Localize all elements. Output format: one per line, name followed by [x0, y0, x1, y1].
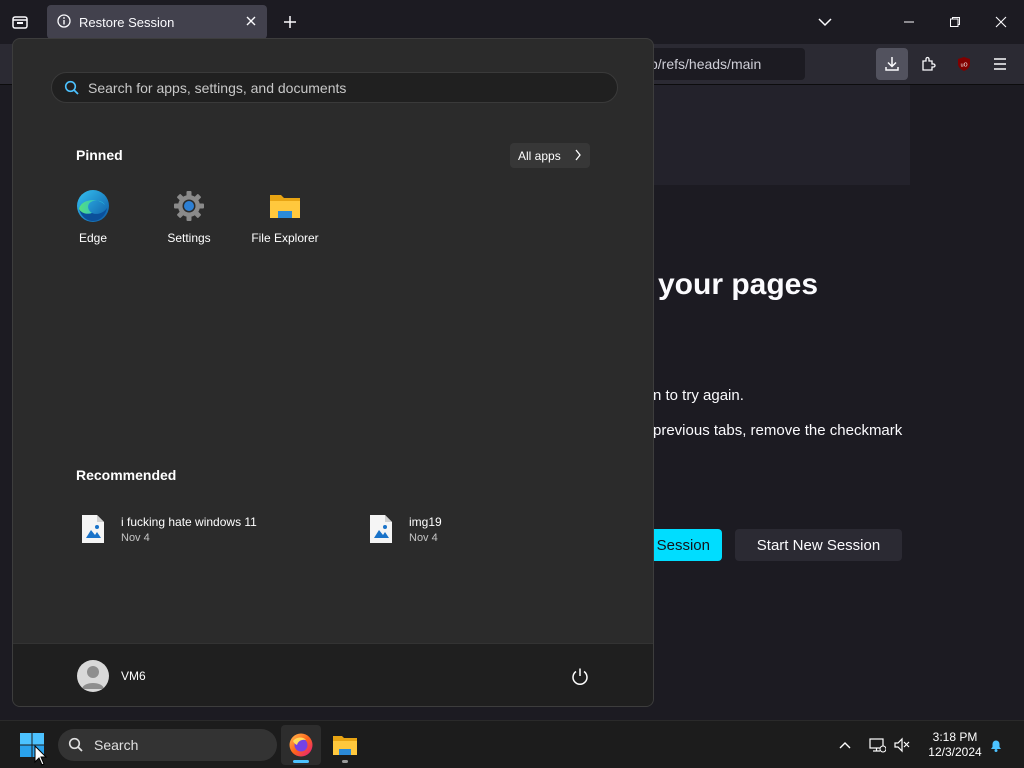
page-faded-panel [640, 85, 910, 185]
chevron-right-icon [574, 149, 582, 164]
download-icon[interactable] [876, 48, 908, 80]
all-apps-button[interactable]: All apps [510, 143, 590, 168]
taskbar-firefox[interactable] [281, 725, 321, 765]
page-text-line: previous tabs, remove the checkmark [653, 422, 903, 439]
clock-date: 12/3/2024 [928, 745, 982, 759]
firefox-view-icon[interactable] [8, 10, 32, 34]
edge-icon [76, 189, 110, 223]
user-name[interactable]: VM6 [121, 669, 146, 683]
recommended-item[interactable]: i fucking hate windows 11 Nov 4 [81, 509, 257, 549]
restore-window-icon[interactable] [944, 11, 966, 33]
notification-bell-icon[interactable] [986, 735, 1006, 755]
image-file-icon [369, 514, 393, 544]
show-hidden-icons-chevron-up-icon[interactable] [835, 735, 855, 755]
menu-icon[interactable] [984, 48, 1016, 80]
recommended-name: i fucking hate windows 11 [121, 514, 257, 529]
page-text-line: n to try again. [653, 387, 744, 404]
tab-restore-session[interactable]: Restore Session [47, 5, 267, 39]
minimize-icon[interactable] [898, 11, 920, 33]
folder-icon [268, 189, 302, 223]
image-file-icon [81, 514, 105, 544]
ublock-icon[interactable]: uO [948, 48, 980, 80]
recommended-date: Nov 4 [121, 531, 150, 544]
start-new-session-label: Start New Session [756, 536, 881, 554]
file-explorer-icon [333, 736, 357, 755]
start-new-session-button[interactable]: Start New Session [735, 529, 902, 561]
app-label: File Explorer [251, 231, 319, 245]
list-all-tabs-icon[interactable] [814, 11, 836, 33]
search-icon [64, 80, 80, 99]
taskbar-file-explorer[interactable] [325, 725, 365, 765]
active-indicator [293, 760, 309, 763]
recommended-name: img19 [409, 514, 442, 529]
info-icon [57, 13, 71, 31]
all-apps-label: All apps [518, 148, 561, 163]
volume-muted-icon[interactable] [892, 735, 912, 755]
pinned-app-file-explorer[interactable]: File Explorer [242, 189, 328, 249]
tab-title: Restore Session [79, 14, 175, 30]
recommended-date: Nov 4 [409, 531, 438, 544]
svg-text:uO: uO [960, 63, 967, 69]
user-avatar-icon[interactable] [77, 660, 109, 692]
mouse-cursor-icon [34, 744, 48, 767]
clock-time: 3:18 PM [932, 730, 978, 744]
close-tab-icon[interactable] [245, 15, 257, 30]
start-menu: Search for apps, settings, and documents… [12, 38, 654, 707]
search-placeholder: Search for apps, settings, and documents [88, 79, 347, 96]
taskbar-search-box[interactable]: Search [58, 729, 277, 761]
restore-session-label: Session [656, 536, 710, 554]
url-text: p/refs/heads/main [650, 56, 762, 72]
taskbar: Search 3:18 PM 12/3/2024 [0, 720, 1024, 768]
pinned-app-settings[interactable]: Settings [146, 189, 232, 249]
firefox-icon [289, 733, 313, 757]
recommended-heading: Recommended [76, 467, 177, 483]
start-search-input[interactable]: Search for apps, settings, and documents [51, 72, 618, 103]
taskbar-clock[interactable]: 3:18 PM 12/3/2024 [920, 730, 990, 760]
network-icon[interactable] [867, 735, 887, 755]
new-tab-icon[interactable] [279, 11, 301, 33]
search-icon [68, 737, 84, 756]
recommended-item[interactable]: img19 Nov 4 [369, 509, 442, 549]
app-label: Settings [167, 231, 211, 245]
desktop-screen: Restore Session p/refs/heads/main uO you… [0, 0, 1024, 768]
extensions-icon[interactable] [912, 48, 944, 80]
running-indicator [342, 760, 348, 763]
power-icon[interactable] [569, 666, 591, 688]
page-title: your pages [658, 268, 819, 301]
pinned-heading: Pinned [76, 147, 123, 163]
app-label: Edge [78, 231, 108, 245]
pinned-app-edge[interactable]: Edge [50, 189, 136, 249]
taskbar-search-label: Search [94, 737, 139, 753]
start-menu-footer: VM6 [13, 643, 653, 706]
settings-gear-icon [172, 189, 206, 223]
close-window-icon[interactable] [990, 11, 1012, 33]
